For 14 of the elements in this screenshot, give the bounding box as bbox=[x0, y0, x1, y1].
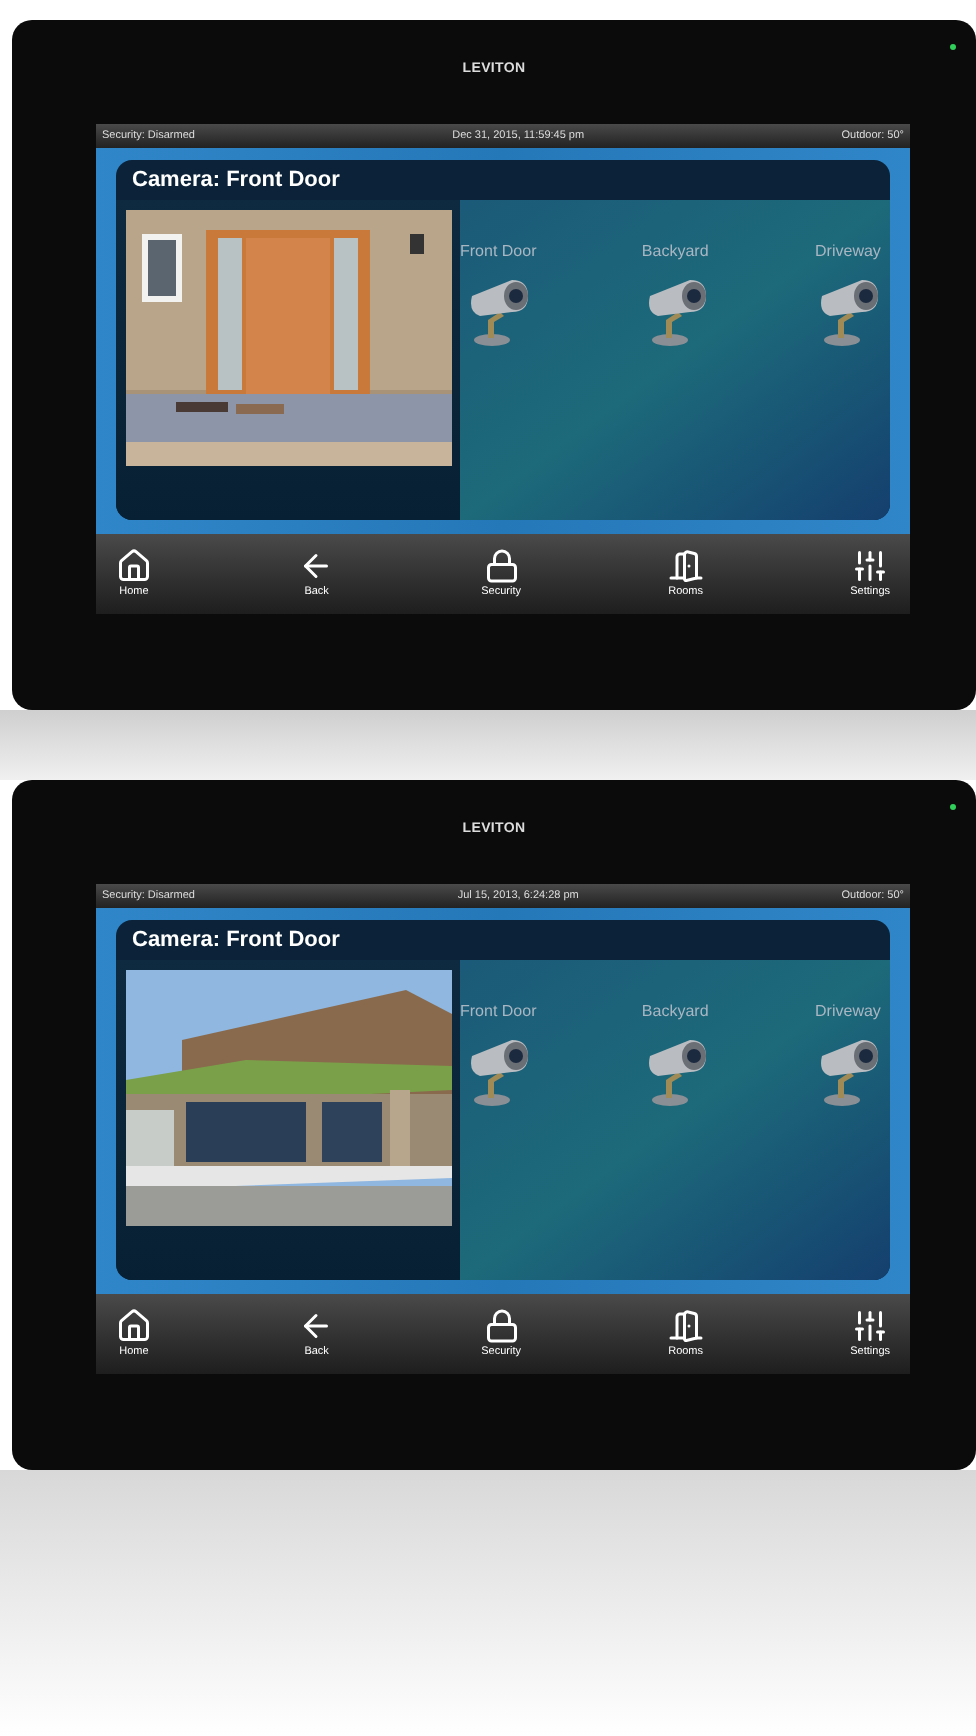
power-led-icon bbox=[950, 804, 956, 810]
lock-icon bbox=[483, 548, 520, 585]
home-icon bbox=[116, 548, 152, 585]
home-icon bbox=[116, 1308, 152, 1345]
power-led-icon bbox=[950, 44, 956, 50]
camera-button[interactable]: Front Door bbox=[460, 1000, 537, 1108]
door-icon bbox=[667, 548, 704, 585]
camera-button[interactable]: Front Door bbox=[460, 240, 537, 348]
sliders-icon bbox=[852, 548, 889, 585]
sliders-icon bbox=[852, 1308, 889, 1345]
door-icon bbox=[667, 1308, 704, 1345]
panel-title: Camera: Front Door bbox=[132, 925, 340, 956]
lock-icon bbox=[483, 1308, 520, 1345]
panel-title: Camera: Front Door bbox=[132, 165, 340, 196]
